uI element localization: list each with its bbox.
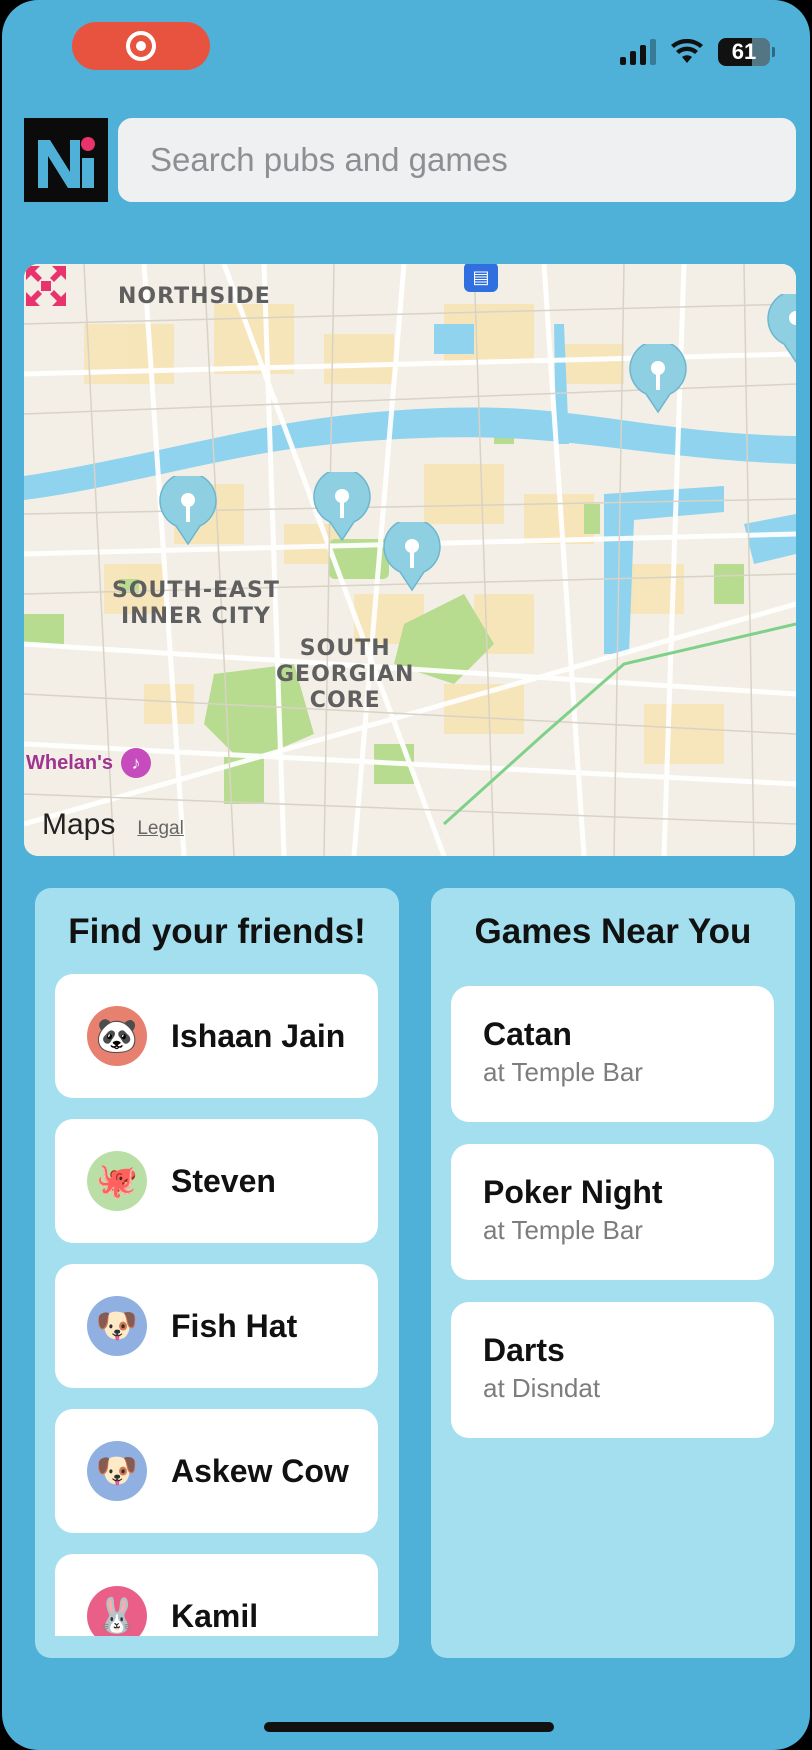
- app-logo-icon[interactable]: [24, 118, 108, 202]
- search-input[interactable]: [150, 141, 796, 179]
- game-card[interactable]: Poker Night at Temple Bar: [451, 1144, 774, 1280]
- dog-avatar-icon: 🐶: [87, 1441, 147, 1501]
- screen-recording-indicator[interactable]: [72, 22, 210, 70]
- map-view[interactable]: ▤ NORTHSIDE SOUTH-EAST INNER CITY SOUTH …: [24, 264, 796, 856]
- game-card[interactable]: Catan at Temple Bar: [451, 986, 774, 1122]
- friend-card[interactable]: 🐰 Kamil: [55, 1554, 378, 1636]
- dog-avatar-icon: 🐶: [87, 1296, 147, 1356]
- friends-panel: Find your friends! 🐼 Ishaan Jain 🐙 Steve…: [35, 888, 399, 1658]
- venue-marker-whelans[interactable]: Whelan's ♪: [26, 748, 151, 778]
- game-venue: at Disndat: [483, 1373, 601, 1403]
- game-venue: at Temple Bar: [483, 1215, 643, 1245]
- search-bar[interactable]: [118, 118, 796, 202]
- friend-card[interactable]: 🐶 Askew Cow: [55, 1409, 378, 1533]
- maps-attribution: Maps Legal: [42, 808, 184, 842]
- home-indicator[interactable]: [264, 1722, 554, 1732]
- map-label-northside: NORTHSIDE: [118, 284, 271, 309]
- octopus-avatar-icon: 🐙: [87, 1151, 147, 1211]
- legal-link[interactable]: Legal: [137, 818, 184, 840]
- friend-name: Fish Hat: [171, 1307, 298, 1344]
- rabbit-avatar-icon: 🐰: [87, 1586, 147, 1636]
- map-pin-icon[interactable]: [382, 522, 442, 592]
- friend-card[interactable]: 🐶 Fish Hat: [55, 1264, 378, 1388]
- status-bar-right: 61: [620, 38, 775, 66]
- battery-level: 61: [731, 39, 757, 64]
- friend-card[interactable]: 🐼 Ishaan Jain: [55, 974, 378, 1098]
- friend-name: Kamil: [171, 1597, 259, 1634]
- app-screen: 61 Search pubs and games ▤ NORTHSIDE SOU…: [2, 0, 810, 1750]
- map-label-south-east: SOUTH-EAST INNER CITY: [112, 578, 280, 629]
- wifi-icon: [671, 39, 703, 63]
- game-venue: at Temple Bar: [483, 1057, 643, 1087]
- games-panel: Games Near You Catan at Temple Bar Poker…: [431, 888, 795, 1658]
- cellular-signal-icon: [620, 39, 656, 65]
- map-pin-icon[interactable]: [628, 344, 688, 414]
- games-title: Games Near You: [474, 912, 752, 951]
- game-card[interactable]: Darts at Disndat: [451, 1302, 774, 1438]
- map-pin-icon[interactable]: [766, 294, 796, 364]
- maps-brand: Maps: [42, 808, 116, 841]
- friend-name: Ishaan Jain: [171, 1017, 346, 1054]
- map-pin-icon[interactable]: [158, 476, 218, 546]
- record-icon: [126, 31, 156, 61]
- friend-name: Askew Cow: [171, 1452, 349, 1489]
- map-label-south-georgian: SOUTH GEORGIAN CORE: [276, 636, 415, 713]
- music-note-icon: ♪: [121, 748, 151, 778]
- game-name: Poker Night: [483, 1174, 663, 1210]
- game-name: Catan: [483, 1016, 572, 1052]
- friend-name: Steven: [171, 1162, 276, 1199]
- map-pin-icon[interactable]: [312, 472, 372, 542]
- friend-card[interactable]: 🐙 Steven: [55, 1119, 378, 1243]
- friends-list[interactable]: 🐼 Ishaan Jain 🐙 Steven 🐶 Fish Hat 🐶 Aske…: [55, 974, 378, 1636]
- battery-icon: 61: [718, 38, 775, 66]
- friends-title: Find your friends!: [68, 912, 366, 951]
- game-name: Darts: [483, 1332, 565, 1368]
- panda-avatar-icon: 🐼: [87, 1006, 147, 1066]
- train-station-icon[interactable]: ▤: [464, 264, 498, 292]
- venue-label: Whelan's: [26, 751, 113, 774]
- expand-icon[interactable]: [24, 264, 68, 308]
